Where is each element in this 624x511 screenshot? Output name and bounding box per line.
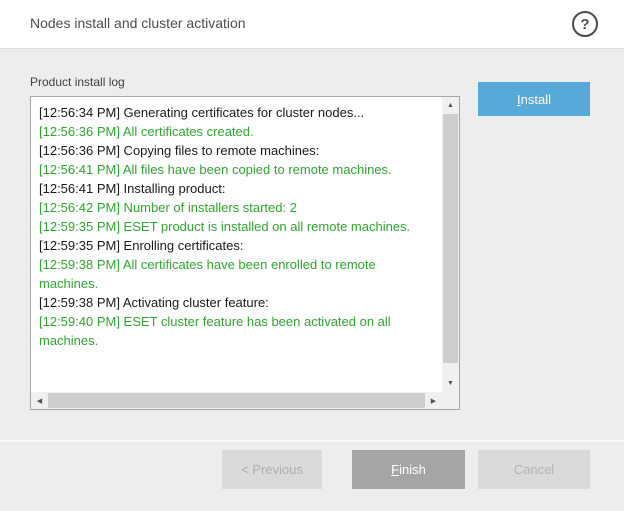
footer-divider: [0, 440, 624, 442]
log-line: [12:56:42 PM] Number of installers start…: [39, 198, 438, 217]
previous-button[interactable]: < Previous: [222, 450, 322, 489]
log-line: [12:56:36 PM] All certificates created.: [39, 122, 438, 141]
scroll-up-button[interactable]: ▲: [442, 97, 459, 114]
wizard-dialog: Nodes install and cluster activation ? P…: [0, 0, 624, 511]
scroll-right-button[interactable]: ▶: [425, 392, 442, 409]
header: Nodes install and cluster activation ?: [0, 0, 624, 49]
log-line: [12:56:41 PM] All files have been copied…: [39, 160, 438, 179]
question-mark-icon: ?: [580, 16, 589, 33]
log-line: [12:59:38 PM] All certificates have been…: [39, 255, 438, 293]
scroll-left-button[interactable]: ◀: [31, 392, 48, 409]
log-line: [12:56:36 PM] Copying files to remote ma…: [39, 141, 438, 160]
page-title: Nodes install and cluster activation: [30, 15, 246, 31]
log-line: [12:59:35 PM] Enrolling certificates:: [39, 236, 438, 255]
horizontal-scrollbar-thumb[interactable]: [48, 393, 425, 408]
log-line: [12:56:41 PM] Installing product:: [39, 179, 438, 198]
horizontal-scrollbar[interactable]: ◀ ▶: [31, 392, 442, 409]
vertical-scrollbar-thumb[interactable]: [443, 114, 458, 363]
cancel-button[interactable]: Cancel: [478, 450, 590, 489]
log-line: [12:59:35 PM] ESET product is installed …: [39, 217, 438, 236]
help-button[interactable]: ?: [572, 11, 598, 37]
scrollbar-corner: [442, 392, 459, 409]
vertical-scrollbar[interactable]: ▲ ▼: [442, 97, 459, 392]
finish-button[interactable]: Finish: [352, 450, 465, 489]
log-line: [12:59:38 PM] Activating cluster feature…: [39, 293, 438, 312]
log-line: [12:59:40 PM] ESET cluster feature has b…: [39, 312, 438, 350]
install-log: [12:56:34 PM] Generating certificates fo…: [31, 97, 442, 392]
log-line: [12:56:34 PM] Generating certificates fo…: [39, 103, 438, 122]
install-log-box: [12:56:34 PM] Generating certificates fo…: [30, 96, 460, 410]
log-label: Product install log: [30, 75, 125, 89]
install-button[interactable]: Install: [478, 82, 590, 116]
scroll-down-button[interactable]: ▼: [442, 375, 459, 392]
